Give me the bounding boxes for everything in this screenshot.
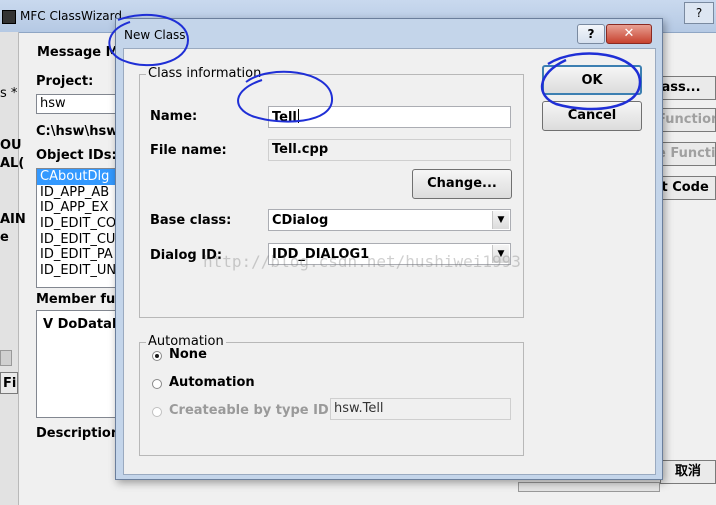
left-edge-strip xyxy=(0,32,19,505)
edge-fragment: e xyxy=(0,230,9,245)
change-button[interactable]: Change... xyxy=(412,169,512,199)
radio-automation[interactable] xyxy=(152,379,162,389)
cancel-button-cn[interactable]: 取消 xyxy=(660,460,716,484)
list-item[interactable]: V DoDataE xyxy=(43,317,121,332)
member-functions-list[interactable]: V DoDataE xyxy=(36,310,121,418)
new-class-dialog: New Class ? ✕ Class information Name: Te… xyxy=(115,18,663,480)
watermark-text: http://blog.csdn.net/hushiwei1993 xyxy=(203,252,521,271)
list-item[interactable]: ID_EDIT_CO xyxy=(37,216,117,232)
name-input[interactable]: Tell xyxy=(268,106,511,128)
type-id-field: hsw.Tell xyxy=(330,398,511,420)
file-name-label: File name: xyxy=(150,143,227,158)
project-combo[interactable]: hsw xyxy=(36,94,116,114)
classwizard-title: MFC ClassWizard xyxy=(20,9,122,23)
description-label: Description: xyxy=(36,426,126,441)
close-icon: ✕ xyxy=(623,26,635,41)
cancel-button[interactable]: Cancel xyxy=(542,101,642,131)
class-info-group-title: Class information xyxy=(146,66,264,81)
name-input-value: Tell xyxy=(272,110,297,125)
list-item[interactable]: ID_EDIT_CU xyxy=(37,232,117,248)
chevron-down-icon[interactable]: ▼ xyxy=(492,211,509,229)
project-label: Project: xyxy=(36,74,94,89)
object-ids-list[interactable]: CAboutDlg ID_APP_AB ID_APP_EX ID_EDIT_CO… xyxy=(36,168,118,288)
radio-createable-label: Createable by type ID: xyxy=(169,403,334,418)
text-caret xyxy=(297,109,299,123)
scroll-stub[interactable] xyxy=(0,350,12,366)
radio-automation-label[interactable]: Automation xyxy=(169,375,255,390)
list-item[interactable]: CAboutDlg xyxy=(37,169,117,185)
dialog-title: New Class xyxy=(124,28,186,42)
object-ids-label: Object IDs: xyxy=(36,148,117,163)
radio-none[interactable] xyxy=(152,351,162,361)
list-item[interactable]: ID_EDIT_UN xyxy=(37,263,117,279)
edge-fragment: s * xyxy=(0,86,18,101)
edge-fragment-button[interactable]: Fi xyxy=(0,372,18,394)
close-button[interactable]: ✕ xyxy=(606,24,652,44)
ok-button-bg[interactable] xyxy=(518,482,660,492)
edge-fragment: AIN xyxy=(0,212,26,227)
radio-none-label[interactable]: None xyxy=(169,347,207,362)
app-icon xyxy=(2,10,16,24)
file-name-field: Tell.cpp xyxy=(268,139,511,161)
project-path: C:\hsw\hsw. xyxy=(36,124,123,139)
list-item[interactable]: ID_EDIT_PA xyxy=(37,247,117,263)
base-class-label: Base class: xyxy=(150,213,232,228)
message-maps-tab[interactable]: Message M xyxy=(37,45,119,60)
ok-button[interactable]: OK xyxy=(542,65,642,95)
name-label: Name: xyxy=(150,109,198,124)
edge-fragment: OU xyxy=(0,138,22,153)
radio-createable xyxy=(152,407,162,417)
base-class-select[interactable]: CDialog ▼ xyxy=(268,209,511,231)
classwizard-help-button[interactable]: ? xyxy=(684,2,714,24)
base-class-value: CDialog xyxy=(272,213,329,228)
edge-fragment: AL( xyxy=(0,156,25,171)
list-item[interactable]: ID_APP_EX xyxy=(37,200,117,216)
help-button[interactable]: ? xyxy=(577,24,605,44)
list-item[interactable]: ID_APP_AB xyxy=(37,185,117,201)
